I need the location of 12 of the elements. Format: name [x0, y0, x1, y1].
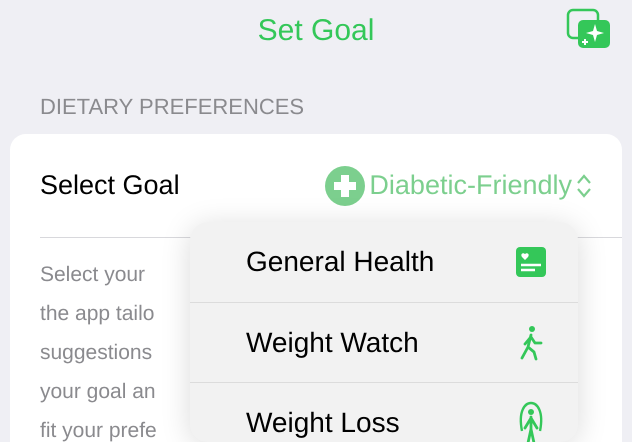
- section-header: DIETARY PREFERENCES: [40, 93, 306, 121]
- menu-item[interactable]: General Health: [246, 241, 434, 283]
- sparkle-windows-icon[interactable]: [566, 8, 612, 50]
- chevron-up-down-icon: [576, 172, 592, 198]
- nav-title: Set Goal: [258, 12, 374, 48]
- menu-item[interactable]: Weight Loss: [246, 402, 400, 442]
- description-text: Select your the app tailo suggestions your goal an fit your prefe: [40, 262, 158, 442]
- jump-rope-figure-icon: [518, 400, 544, 442]
- walking-figure-icon: [519, 324, 543, 360]
- plus-circle-icon: [325, 166, 366, 206]
- goal-label: Select Goal: [40, 169, 180, 202]
- menu-item[interactable]: Weight Watch: [246, 322, 419, 364]
